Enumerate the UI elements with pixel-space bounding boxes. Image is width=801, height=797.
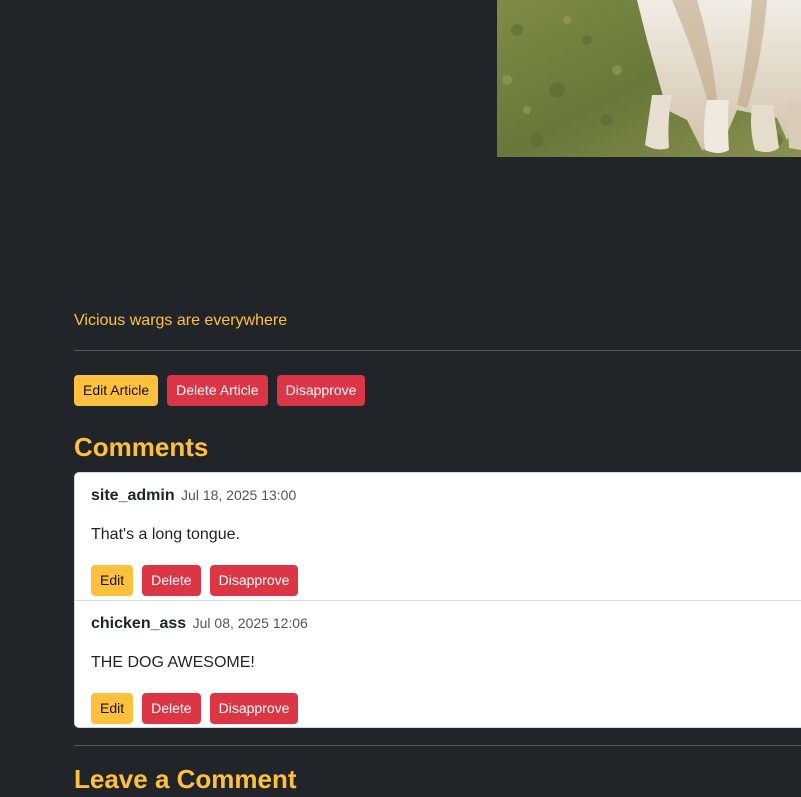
edit-comment-button[interactable]: Edit	[91, 565, 134, 596]
comment-body: That's a long tongue.	[91, 526, 240, 543]
delete-comment-button[interactable]: Delete	[142, 693, 201, 724]
divider	[74, 350, 801, 351]
disapprove-article-button[interactable]: Disapprove	[276, 375, 366, 406]
comment-author: site_admin	[91, 487, 175, 504]
disapprove-comment-button[interactable]: Disapprove	[209, 693, 299, 724]
article-caption: Vicious wargs are everywhere	[74, 312, 288, 329]
dog-photo-image	[497, 0, 801, 157]
comment-header: chicken_ass Jul 08, 2025 12:06	[91, 614, 799, 633]
comment-author: chicken_ass	[91, 615, 187, 632]
comment-item: chicken_ass Jul 08, 2025 12:06 THE DOG A…	[75, 600, 801, 727]
comment-date: Jul 18, 2025 13:00	[181, 487, 297, 503]
edit-article-button[interactable]: Edit Article	[74, 375, 159, 406]
comment-actions: Edit Delete Disapprove	[91, 565, 799, 596]
article-page: Vicious wargs are everywhere Edit Articl…	[0, 0, 801, 797]
comment-item: site_admin Jul 18, 2025 13:00 That's a l…	[75, 473, 801, 600]
divider	[74, 745, 801, 746]
comments-list: site_admin Jul 18, 2025 13:00 That's a l…	[74, 472, 801, 728]
article-actions: Edit Article Delete Article Disapprove	[74, 375, 366, 406]
leave-comment-heading: Leave a Comment	[74, 764, 297, 794]
delete-article-button[interactable]: Delete Article	[167, 375, 268, 406]
comments-heading: Comments	[74, 432, 209, 462]
comment-date: Jul 08, 2025 12:06	[192, 615, 308, 631]
comment-body: THE DOG AWESOME!	[91, 654, 255, 671]
comment-header: site_admin Jul 18, 2025 13:00	[91, 486, 799, 505]
comment-actions: Edit Delete Disapprove	[91, 693, 799, 724]
delete-comment-button[interactable]: Delete	[142, 565, 201, 596]
disapprove-comment-button[interactable]: Disapprove	[209, 565, 299, 596]
article-photo	[497, 0, 801, 157]
edit-comment-button[interactable]: Edit	[91, 693, 134, 724]
